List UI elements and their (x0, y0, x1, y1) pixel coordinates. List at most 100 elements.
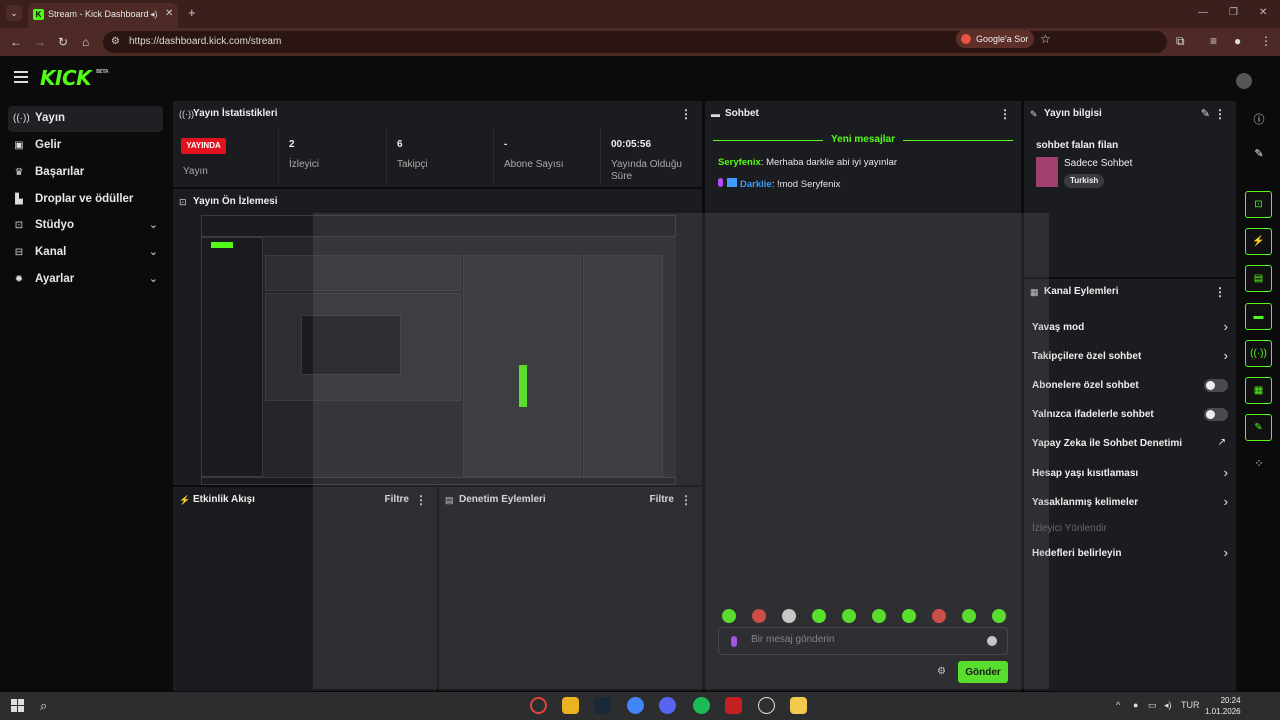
chevron-down-icon[interactable]: ⌄ (149, 272, 158, 285)
sidebar-item-studyo[interactable]: ⊡ Stüdyo ⌄ (8, 213, 163, 239)
category-name[interactable]: Sadece Sohbet (1064, 158, 1132, 169)
subscribers-only-toggle[interactable] (1204, 379, 1228, 392)
tab-search-dropdown[interactable]: ⌄ (6, 5, 22, 21)
activity-panel-toggle[interactable]: ⚡ (1245, 228, 1272, 255)
preview-panel-toggle[interactable]: ⊡ (1245, 191, 1272, 218)
forward-icon[interactable]: → (34, 35, 46, 49)
chat-username[interactable]: Darklie (740, 179, 772, 190)
tray-chevron-icon[interactable]: ^ (1116, 700, 1120, 710)
moderation-panel-toggle[interactable]: ▤ (1245, 265, 1272, 292)
windows-start-icon[interactable] (11, 699, 24, 712)
emote-icon[interactable] (932, 609, 946, 623)
emote-icon[interactable] (962, 609, 976, 623)
mic-icon[interactable] (731, 636, 737, 647)
avatar[interactable] (1236, 73, 1252, 89)
sidebar-item-gelir[interactable]: ▣ Gelir (8, 133, 163, 159)
close-window-icon[interactable]: ✕ (1259, 7, 1267, 18)
chat-settings-icon[interactable]: ⚙ (937, 666, 946, 677)
ai-moderation-row[interactable]: Yapay Zeka ile Sohbet Denetimi ↗ (1032, 433, 1228, 455)
sidebar-item-yayin[interactable]: ((·)) Yayın (8, 106, 163, 132)
profile-icon[interactable]: ● (1234, 34, 1241, 48)
file-explorer-icon[interactable] (562, 697, 579, 714)
filter-button[interactable]: Filtre (385, 494, 409, 505)
steam-icon[interactable] (594, 697, 611, 714)
row-label: Hesap yaşı kısıtlaması (1032, 468, 1139, 479)
app-icon[interactable] (790, 697, 807, 714)
stream-preview-video[interactable] (201, 215, 676, 485)
bookmark-star-icon[interactable]: ☆ (1040, 32, 1051, 46)
tab-title: Stream - Kick Dashboard (48, 9, 149, 19)
close-tab-icon[interactable]: ✕ (165, 8, 173, 19)
chevron-down-icon[interactable]: ⌄ (149, 245, 158, 258)
chat-panel-toggle[interactable]: ▬ (1245, 303, 1272, 330)
media-icon[interactable]: ≡ (1210, 34, 1217, 48)
browser-tab[interactable]: K Stream - Kick Dashboard ◂) ✕ (28, 3, 178, 28)
sidebar-item-kanal[interactable]: ⊟ Kanal ⌄ (8, 240, 163, 266)
edit-icon[interactable]: ✎ (1201, 107, 1210, 120)
add-panel-icon[interactable]: ⁘ (1251, 457, 1267, 473)
site-info-icon[interactable]: ⚙ (111, 36, 120, 47)
chevron-down-icon[interactable]: ⌄ (149, 218, 158, 231)
emote-icon[interactable] (902, 609, 916, 623)
restore-icon[interactable]: ❐ (1229, 7, 1238, 18)
reload-icon[interactable]: ↻ (58, 35, 68, 49)
more-options-icon[interactable]: ⋮ (1214, 285, 1226, 299)
microphone-icon[interactable]: ● (1133, 700, 1138, 710)
volume-icon[interactable]: ◂) (1164, 700, 1172, 711)
more-options-icon[interactable]: ⋮ (415, 493, 427, 507)
filter-button[interactable]: Filtre (650, 494, 674, 505)
browser-menu-icon[interactable]: ⋮ (1260, 34, 1272, 48)
more-options-icon[interactable]: ⋮ (999, 107, 1011, 121)
back-icon[interactable]: ← (10, 35, 22, 49)
emote-icon[interactable] (782, 609, 796, 623)
more-options-icon[interactable]: ⋮ (680, 493, 692, 507)
chat-input-box[interactable] (718, 627, 1008, 655)
search-icon[interactable]: ⌕ (40, 698, 47, 714)
more-options-icon[interactable]: ⋮ (680, 107, 692, 121)
slow-mode-row[interactable]: Yavaş mod › (1032, 317, 1228, 339)
account-age-row[interactable]: Hesap yaşı kısıtlaması › (1032, 463, 1228, 485)
emote-icon[interactable] (812, 609, 826, 623)
emote-icon[interactable] (722, 609, 736, 623)
obs-icon[interactable] (758, 697, 775, 714)
home-icon[interactable]: ⌂ (82, 35, 89, 49)
discord-icon[interactable] (659, 697, 676, 714)
kick-logo[interactable]: KICK BETA (40, 66, 109, 90)
emote-icon[interactable] (842, 609, 856, 623)
stat-subscribers: - Abone Sayısı (493, 128, 600, 186)
tag-badge[interactable]: Turkish (1064, 174, 1105, 188)
extensions-icon[interactable]: ⧉ (1176, 34, 1185, 49)
language-indicator[interactable]: TUR (1181, 700, 1200, 710)
sidebar-item-ayarlar[interactable]: ✹ Ayarlar ⌄ (8, 267, 163, 293)
set-goals-row[interactable]: Hedefleri belirleyin › (1032, 543, 1228, 565)
chrome-icon[interactable] (627, 697, 644, 714)
emote-icon[interactable] (872, 609, 886, 623)
minimize-icon[interactable]: — (1198, 7, 1208, 18)
chat-username[interactable]: Seryfenix (718, 157, 761, 168)
emote-icon[interactable] (992, 609, 1006, 623)
emote-icon[interactable] (752, 609, 766, 623)
chat-message-input[interactable] (751, 634, 971, 645)
channel-actions-panel-toggle[interactable]: ▦ (1245, 377, 1272, 404)
opera-icon[interactable] (530, 697, 547, 714)
sidebar-item-basarilar[interactable]: ♛ Başarılar (8, 160, 163, 186)
speaker-icon[interactable]: ◂) (150, 9, 158, 20)
emotes-only-toggle[interactable] (1204, 408, 1228, 421)
followers-only-row[interactable]: Takipçilere özel sohbet › (1032, 346, 1228, 368)
clock[interactable]: 20:24 1.01.2026 (1205, 695, 1241, 717)
google-ask-button[interactable]: Google'a Sor (956, 30, 1034, 48)
more-options-icon[interactable]: ⋮ (1214, 107, 1226, 121)
stats-panel-toggle[interactable]: ((·)) (1245, 340, 1272, 367)
network-icon[interactable]: ▭ (1148, 700, 1157, 711)
banned-words-row[interactable]: Yasaklanmış kelimeler › (1032, 492, 1228, 514)
edit-icon[interactable]: ✎ (1251, 147, 1267, 163)
sidebar-item-droplar[interactable]: ▙ Droplar ve ödüller (8, 187, 163, 213)
info-icon[interactable]: ⓘ (1251, 111, 1267, 127)
new-tab-button[interactable]: + (188, 5, 196, 20)
spotify-icon[interactable] (693, 697, 710, 714)
send-button[interactable]: Gönder (958, 661, 1008, 683)
stream-info-panel-toggle[interactable]: ✎ (1245, 414, 1272, 441)
hamburger-menu-icon[interactable] (14, 71, 28, 83)
emoji-picker-icon[interactable] (987, 636, 997, 646)
voicemeeter-icon[interactable] (725, 697, 742, 714)
